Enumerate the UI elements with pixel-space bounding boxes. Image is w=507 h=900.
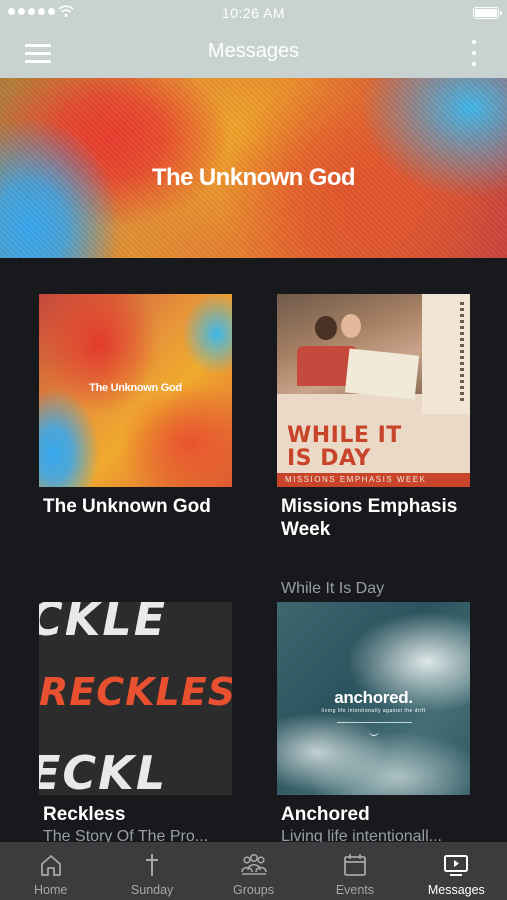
artwork-sublabel: living life intentionally against the dr… [321,708,426,714]
tab-messages[interactable]: Messages [406,842,507,900]
artwork-photo-detail [344,348,420,400]
series-title: Missions Emphasis Week [281,496,458,540]
artwork-headline: WHILE IT IS DAY [287,424,402,470]
tv-play-icon [444,855,469,876]
series-artwork: CKLE RECKLESS ECKL [39,602,232,795]
series-artwork: The Unknown God [39,294,232,487]
artwork-label: The Unknown God [89,382,182,394]
calendar-icon [344,854,366,876]
status-time: 10:26 AM [221,5,286,21]
tab-events[interactable]: Events [304,842,405,900]
artwork-top-text: CKLE [39,602,168,646]
anchor-icon [369,726,379,736]
banner-title: The Unknown God [152,164,356,191]
artwork-bottom-text: ECKL [39,746,168,795]
series-artwork: WHILE IT IS DAY MISSIONS EMPHASIS WEEK [277,294,470,487]
home-icon [40,855,61,876]
artwork-vertical-text [460,302,464,402]
tab-label: Groups [233,883,275,897]
series-title: Reckless [43,804,126,825]
artwork-band: MISSIONS EMPHASIS WEEK [277,473,470,487]
tab-label: Home [34,883,68,897]
artwork-middle-text: RECKLESS [39,670,232,714]
cross-icon [146,854,159,876]
battery-icon [473,7,502,19]
tab-groups[interactable]: Groups [203,842,304,900]
more-options-icon[interactable] [463,38,485,68]
tab-bar: Home Sunday Groups Events Messages [0,842,507,900]
tab-label: Sunday [130,883,174,897]
series-grid: The Unknown God The Unknown God WHILE IT… [0,258,507,842]
series-artwork: anchored. living life intentionally agai… [277,602,470,795]
tab-label: Events [335,883,375,897]
series-subtitle: While It Is Day [281,580,385,597]
series-title: The Unknown God [43,496,211,517]
artwork-headline-line-1: WHILE IT [287,423,402,448]
artwork-photo-detail [341,314,361,338]
status-bar: 10:26 AM [0,0,507,28]
series-subtitle: The Story Of The Pro... [43,828,209,842]
tab-label: Messages [427,883,485,897]
tab-home[interactable]: Home [0,842,101,900]
tab-sunday[interactable]: Sunday [101,842,202,900]
artwork-photo-detail [315,316,337,340]
groups-icon [240,853,267,875]
featured-series-banner[interactable]: The Unknown God [0,78,507,258]
series-subtitle: Living life intentionall... [281,828,442,842]
artwork-label: anchored. [334,688,413,707]
page-title: Messages [207,40,300,62]
navigation-bar: Messages [0,28,507,78]
series-title: Anchored [281,804,370,825]
artwork-divider [337,722,412,723]
artwork-headline-line-2: IS DAY [287,446,371,471]
